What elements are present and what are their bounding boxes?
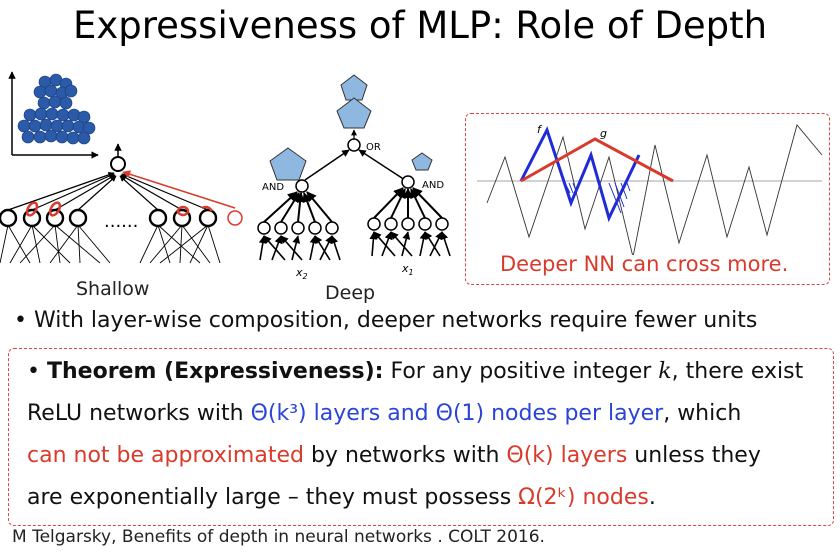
ball-cluster-icon (17, 73, 96, 145)
and-left-label: AND (262, 182, 284, 193)
pentagon-right-icon (411, 152, 433, 171)
and-right-label: AND (422, 180, 444, 191)
bullet-layerwise: • With layer-wise composition, deeper ne… (14, 308, 758, 333)
deep-label: Deep (325, 282, 376, 304)
pentagon-top-icon (340, 74, 368, 101)
theorem-line4-c: . (648, 485, 656, 510)
theorem-line-4: are exponentially large – they must poss… (27, 483, 656, 513)
svg-text:x2: x2 (295, 266, 308, 281)
crossing-figure: f g (477, 123, 823, 255)
curve-f (519, 126, 641, 223)
citation: M Telgarsky, Benefits of depth in neural… (12, 527, 545, 547)
theorem-line2-b: Θ(k³) layers and Θ(1) nodes per layer (250, 401, 664, 426)
pentagon-union-icon (336, 97, 372, 129)
g-label: g (600, 127, 607, 140)
theorem-line1-text: For any positive integer (383, 359, 659, 384)
deep-network-figure: OR AND AND x2 x1 (257, 74, 451, 281)
slide-title: Expressiveness of MLP: Role of Depth (72, 4, 768, 47)
theorem-line4-b: Ω(2ᵏ) nodes (518, 485, 649, 510)
theorem-heading: Theorem (Expressiveness): (46, 359, 384, 384)
theorem-line3-d: unless they (627, 443, 761, 468)
theorem-box: • Theorem (Expressiveness): For any posi… (8, 348, 834, 526)
theorem-bullet: • (27, 359, 40, 384)
theorem-line2-a: ReLU networks with (27, 401, 251, 426)
f-label: f (537, 123, 543, 136)
theorem-line-2: ReLU networks with Θ(k³) layers and Θ(1)… (27, 399, 741, 429)
theorem-line3-a: can not be approximated (27, 443, 304, 468)
output-node (110, 156, 126, 172)
theorem-line3-c: Θ(k) layers (506, 443, 628, 468)
theorem-line-1: • Theorem (Expressiveness): For any posi… (27, 357, 803, 387)
theorem-line2-c: , which (663, 401, 742, 426)
shallow-label: Shallow (76, 278, 150, 300)
bullet-layerwise-text: With layer-wise composition, deeper netw… (33, 308, 758, 333)
or-label: OR (366, 142, 381, 153)
shallow-network-figure: ...... (0, 71, 243, 264)
theorem-line-3: can not be approximated by networks with… (27, 441, 761, 471)
x2-sub: 2 (303, 272, 308, 281)
theorem-line3-b: by networks with (303, 443, 507, 468)
theorem-var-k: k (658, 359, 672, 384)
theorem-line1-end: , there exist (671, 359, 804, 384)
new-unit-node (227, 210, 243, 226)
theorem-line4-a: are exponentially large – they must poss… (27, 485, 519, 510)
pentagon-left-icon (269, 147, 307, 181)
crossing-caption: Deeper NN can cross more. (500, 252, 789, 276)
x1-sub: 1 (409, 268, 414, 277)
svg-text:x1: x1 (401, 262, 414, 277)
shallow-dots: ...... (104, 211, 138, 232)
